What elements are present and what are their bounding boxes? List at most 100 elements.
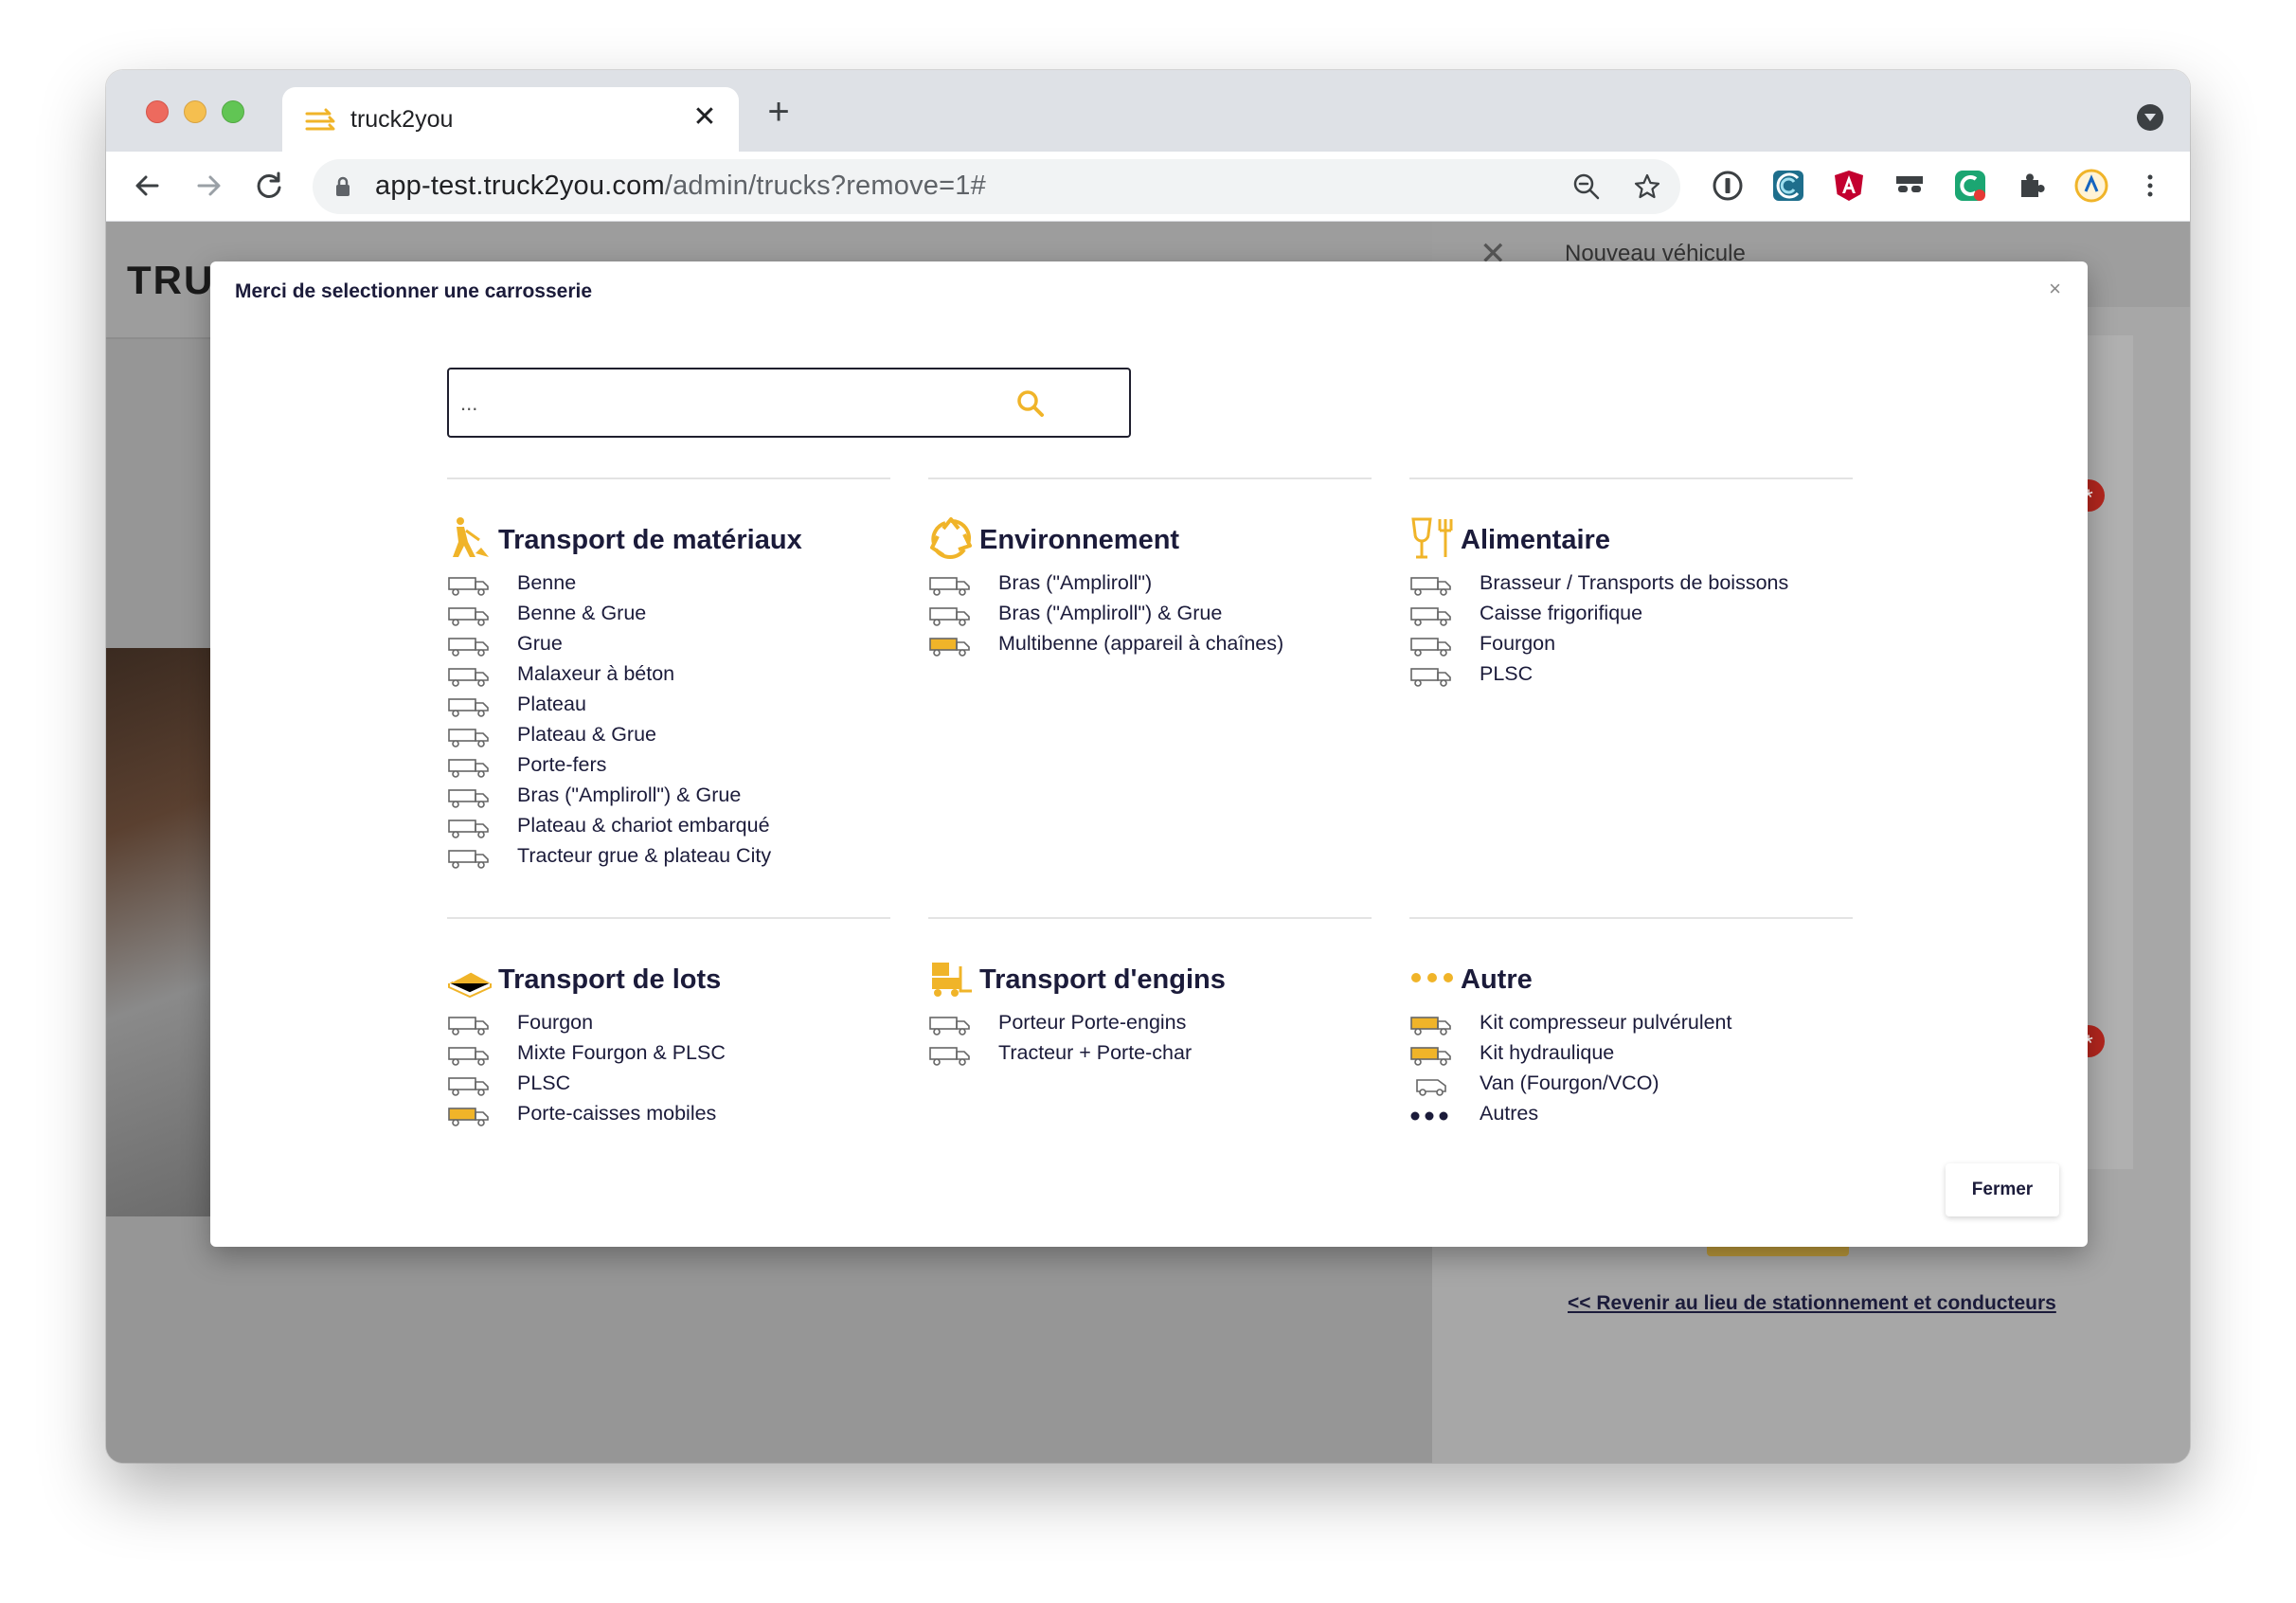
list-item[interactable]: Van (Fourgon/VCO) xyxy=(1409,1069,1853,1099)
truck-icon xyxy=(929,1047,970,1066)
category-divider xyxy=(447,917,890,919)
minimize-window-button[interactable] xyxy=(184,100,206,123)
green-extension-icon[interactable] xyxy=(1953,169,1987,203)
category-title: Environnement xyxy=(979,525,1180,555)
list-item[interactable]: Plateau & Grue xyxy=(447,720,890,750)
search-input[interactable] xyxy=(458,387,989,421)
dots-icon xyxy=(1411,973,1453,982)
maximize-window-button[interactable] xyxy=(222,100,244,123)
list-item[interactable]: Kit compresseur pulvérulent xyxy=(1409,1008,1853,1038)
category-title: Alimentaire xyxy=(1461,525,1610,555)
close-window-button[interactable] xyxy=(146,100,169,123)
list-item[interactable]: Autres xyxy=(1409,1099,1853,1129)
list-item[interactable]: Brasseur / Transports de boissons xyxy=(1409,568,1853,599)
truck-icon xyxy=(929,1017,970,1036)
carrosserie-search[interactable] xyxy=(447,368,1131,438)
tab-search-icon[interactable] xyxy=(2137,104,2163,131)
list-item[interactable]: Benne & Grue xyxy=(447,599,890,629)
truck-icon xyxy=(448,638,489,657)
modal-close-icon[interactable]: × xyxy=(2049,277,2061,301)
list-item[interactable]: Benne xyxy=(447,568,890,599)
truck-icon xyxy=(448,1108,489,1126)
list-item[interactable]: Tracteur + Porte-char xyxy=(928,1038,1372,1069)
truck-icon xyxy=(448,668,489,687)
list-item[interactable]: Multibenne (appareil à chaînes) xyxy=(928,629,1372,659)
back-to-parking-link[interactable]: << Revenir au lieu de stationnement et c… xyxy=(1568,1292,2056,1315)
category-title: Transport d'engins xyxy=(979,964,1226,995)
category-items: Fourgon Mixte Fourgon & PLSC PLSC Porte-… xyxy=(447,1008,890,1129)
new-tab-button[interactable]: + xyxy=(758,93,799,135)
pallet-icon xyxy=(448,966,492,999)
truck-icon xyxy=(448,729,489,747)
modal-title: Merci de selectionner une carrosserie xyxy=(235,280,593,302)
star-icon[interactable] xyxy=(1633,172,1661,201)
list-item[interactable]: Plateau xyxy=(447,690,890,720)
category-items: Brasseur / Transports de boissons Caisse… xyxy=(1409,568,1853,690)
category-items: Bras ("Ampliroll") Bras ("Ampliroll") & … xyxy=(928,568,1372,659)
truck-icon xyxy=(1410,1017,1451,1036)
truck-icon xyxy=(929,607,970,626)
wave-extension-icon[interactable] xyxy=(1771,169,1805,203)
zoom-out-icon[interactable] xyxy=(1572,172,1601,201)
truck-icon xyxy=(929,577,970,596)
list-item[interactable]: Plateau & chariot embarqué xyxy=(447,811,890,841)
truck-icon xyxy=(448,607,489,626)
truck-icon xyxy=(448,698,489,717)
list-item[interactable]: Malaxeur à béton xyxy=(447,659,890,690)
list-item[interactable]: Porte-fers xyxy=(447,750,890,781)
page-content: TRU ✕ Nouveau véhicule * * << Revenir au… xyxy=(106,222,2190,1463)
list-item[interactable]: PLSC xyxy=(1409,659,1853,690)
list-item[interactable]: PLSC xyxy=(447,1069,890,1099)
category-divider xyxy=(1409,917,1853,919)
glass-fork-icon xyxy=(1411,517,1453,559)
truck-icon xyxy=(448,789,489,808)
list-item[interactable]: Bras ("Ampliroll") & Grue xyxy=(928,599,1372,629)
search-icon[interactable] xyxy=(1015,388,1046,419)
fermer-button[interactable]: Fermer xyxy=(1946,1163,2059,1216)
truck-icon xyxy=(929,638,970,657)
category-divider xyxy=(928,477,1372,479)
list-item[interactable]: Bras ("Ampliroll") xyxy=(928,568,1372,599)
browser-window: truck2you ✕ + app-test.truck2you.com/adm… xyxy=(106,70,2190,1463)
list-item[interactable]: Mixte Fourgon & PLSC xyxy=(447,1038,890,1069)
back-arrow-icon[interactable] xyxy=(127,165,169,207)
chrome-menu-icon[interactable] xyxy=(2133,169,2167,203)
list-item[interactable]: Tracteur grue & plateau City xyxy=(447,841,890,872)
forward-arrow-icon[interactable] xyxy=(188,165,229,207)
category-title: Transport de matériaux xyxy=(498,525,802,555)
category-title: Autre xyxy=(1461,964,1533,995)
truck-icon xyxy=(1410,577,1451,596)
list-item[interactable]: Fourgon xyxy=(1409,629,1853,659)
list-item[interactable]: Bras ("Ampliroll") & Grue xyxy=(447,781,890,811)
angular-devtools-icon[interactable] xyxy=(1832,169,1866,203)
truck2you-logo: TRU xyxy=(127,258,215,302)
password-manager-icon[interactable] xyxy=(1711,169,1745,203)
url-text: app-test.truck2you.com/admin/trucks?remo… xyxy=(375,171,986,201)
reload-icon[interactable] xyxy=(248,165,290,207)
truck-icon xyxy=(448,1077,489,1096)
profile-avatar-icon[interactable] xyxy=(2074,169,2108,203)
incognito-extension-icon[interactable] xyxy=(1892,169,1927,203)
list-item[interactable]: Grue xyxy=(447,629,890,659)
truck-icon xyxy=(448,1017,489,1036)
list-item[interactable]: Caisse frigorifique xyxy=(1409,599,1853,629)
truck-icon xyxy=(448,1047,489,1066)
truck-icon xyxy=(448,759,489,778)
tab-close-icon[interactable]: ✕ xyxy=(688,100,722,135)
worker-icon xyxy=(453,517,489,557)
list-item[interactable]: Porte-caisses mobiles xyxy=(447,1099,890,1129)
tab-truck2you[interactable]: truck2you ✕ xyxy=(282,87,739,152)
category-divider xyxy=(1409,477,1853,479)
lock-icon xyxy=(336,176,350,196)
truck-icon xyxy=(1410,1047,1451,1066)
category-items: Benne Benne & Grue Grue Malaxeur à béton… xyxy=(447,568,890,872)
extensions-puzzle-icon[interactable] xyxy=(2014,169,2048,203)
category-items: Kit compresseur pulvérulent Kit hydrauli… xyxy=(1409,1008,1853,1129)
tab-title: truck2you xyxy=(350,106,454,133)
address-bar[interactable]: app-test.truck2you.com/admin/trucks?remo… xyxy=(313,159,1680,214)
truck2you-favicon-icon xyxy=(305,108,335,131)
list-item[interactable]: Fourgon xyxy=(447,1008,890,1038)
truck-icon xyxy=(1410,607,1451,626)
list-item[interactable]: Porteur Porte-engins xyxy=(928,1008,1372,1038)
list-item[interactable]: Kit hydraulique xyxy=(1409,1038,1853,1069)
